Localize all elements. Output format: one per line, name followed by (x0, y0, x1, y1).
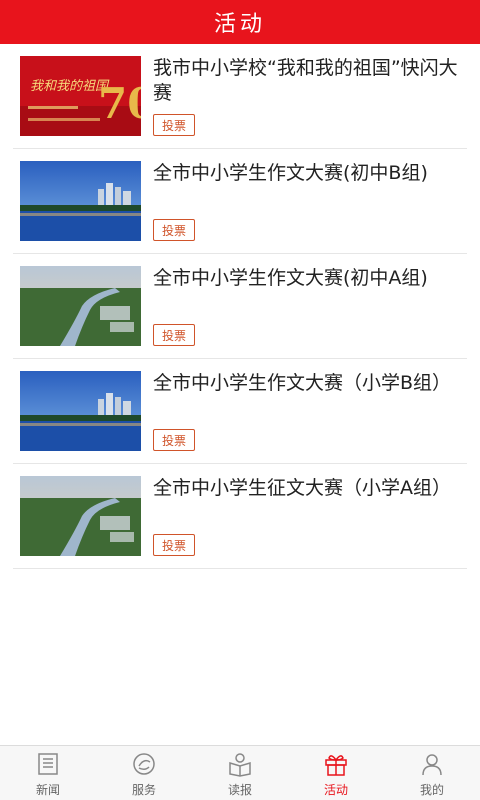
news-icon (38, 753, 58, 775)
activity-title[interactable]: 全市中小学生作文大赛(初中A组) (153, 266, 463, 291)
app-header: 活动 (0, 0, 480, 44)
bottom-tab-bar: 新闻 服务 读报 活动 我的 (0, 745, 480, 800)
activity-item[interactable]: 全市中小学生征文大赛（小学A组） 投票 (13, 464, 467, 569)
read-paper-icon (229, 753, 251, 777)
vote-button[interactable]: 投票 (153, 219, 195, 241)
vote-button[interactable]: 投票 (153, 534, 195, 556)
activity-item[interactable]: 全市中小学生作文大赛（小学B组） 投票 (13, 359, 467, 464)
activity-title[interactable]: 我市中小学校“我和我的祖国”快闪大赛 (153, 56, 463, 106)
activity-item[interactable]: 我和我的祖国 70 我市中小学校“我和我的祖国”快闪大赛 投票 (13, 44, 467, 149)
activity-thumbnail[interactable] (20, 161, 141, 241)
tab-read-paper[interactable]: 读报 (192, 746, 288, 800)
activity-thumbnail[interactable] (20, 371, 141, 451)
tab-news[interactable]: 新闻 (0, 746, 96, 800)
tab-profile[interactable]: 我的 (384, 746, 480, 800)
activity-thumbnail[interactable]: 我和我的祖国 70 (20, 56, 141, 136)
service-icon (133, 753, 155, 775)
tab-label: 新闻 (35, 783, 60, 797)
activity-thumbnail[interactable] (20, 476, 141, 556)
page-title: 活动 (213, 12, 266, 37)
tab-label: 服务 (131, 783, 156, 797)
vote-button[interactable]: 投票 (153, 324, 195, 346)
activity-item[interactable]: 全市中小学生作文大赛(初中A组) 投票 (13, 254, 467, 359)
svg-text:70: 70 (98, 79, 141, 128)
activity-title[interactable]: 全市中小学生作文大赛（小学B组） (153, 371, 463, 396)
tab-label: 读报 (227, 783, 252, 797)
tab-service[interactable]: 服务 (96, 746, 192, 800)
activity-title[interactable]: 全市中小学生作文大赛(初中B组) (153, 161, 463, 186)
activity-thumbnail[interactable] (20, 266, 141, 346)
tab-label: 活动 (323, 783, 348, 797)
activity-list: 我和我的祖国 70 我市中小学校“我和我的祖国”快闪大赛 投票 (0, 44, 480, 569)
vote-button[interactable]: 投票 (153, 429, 195, 451)
profile-icon (422, 754, 442, 776)
activity-title[interactable]: 全市中小学生征文大赛（小学A组） (153, 476, 463, 501)
tab-activity[interactable]: 活动 (288, 746, 384, 800)
gift-icon (325, 755, 347, 776)
tab-label: 我的 (419, 783, 444, 797)
vote-button[interactable]: 投票 (153, 114, 195, 136)
activity-item[interactable]: 全市中小学生作文大赛(初中B组) 投票 (13, 149, 467, 254)
